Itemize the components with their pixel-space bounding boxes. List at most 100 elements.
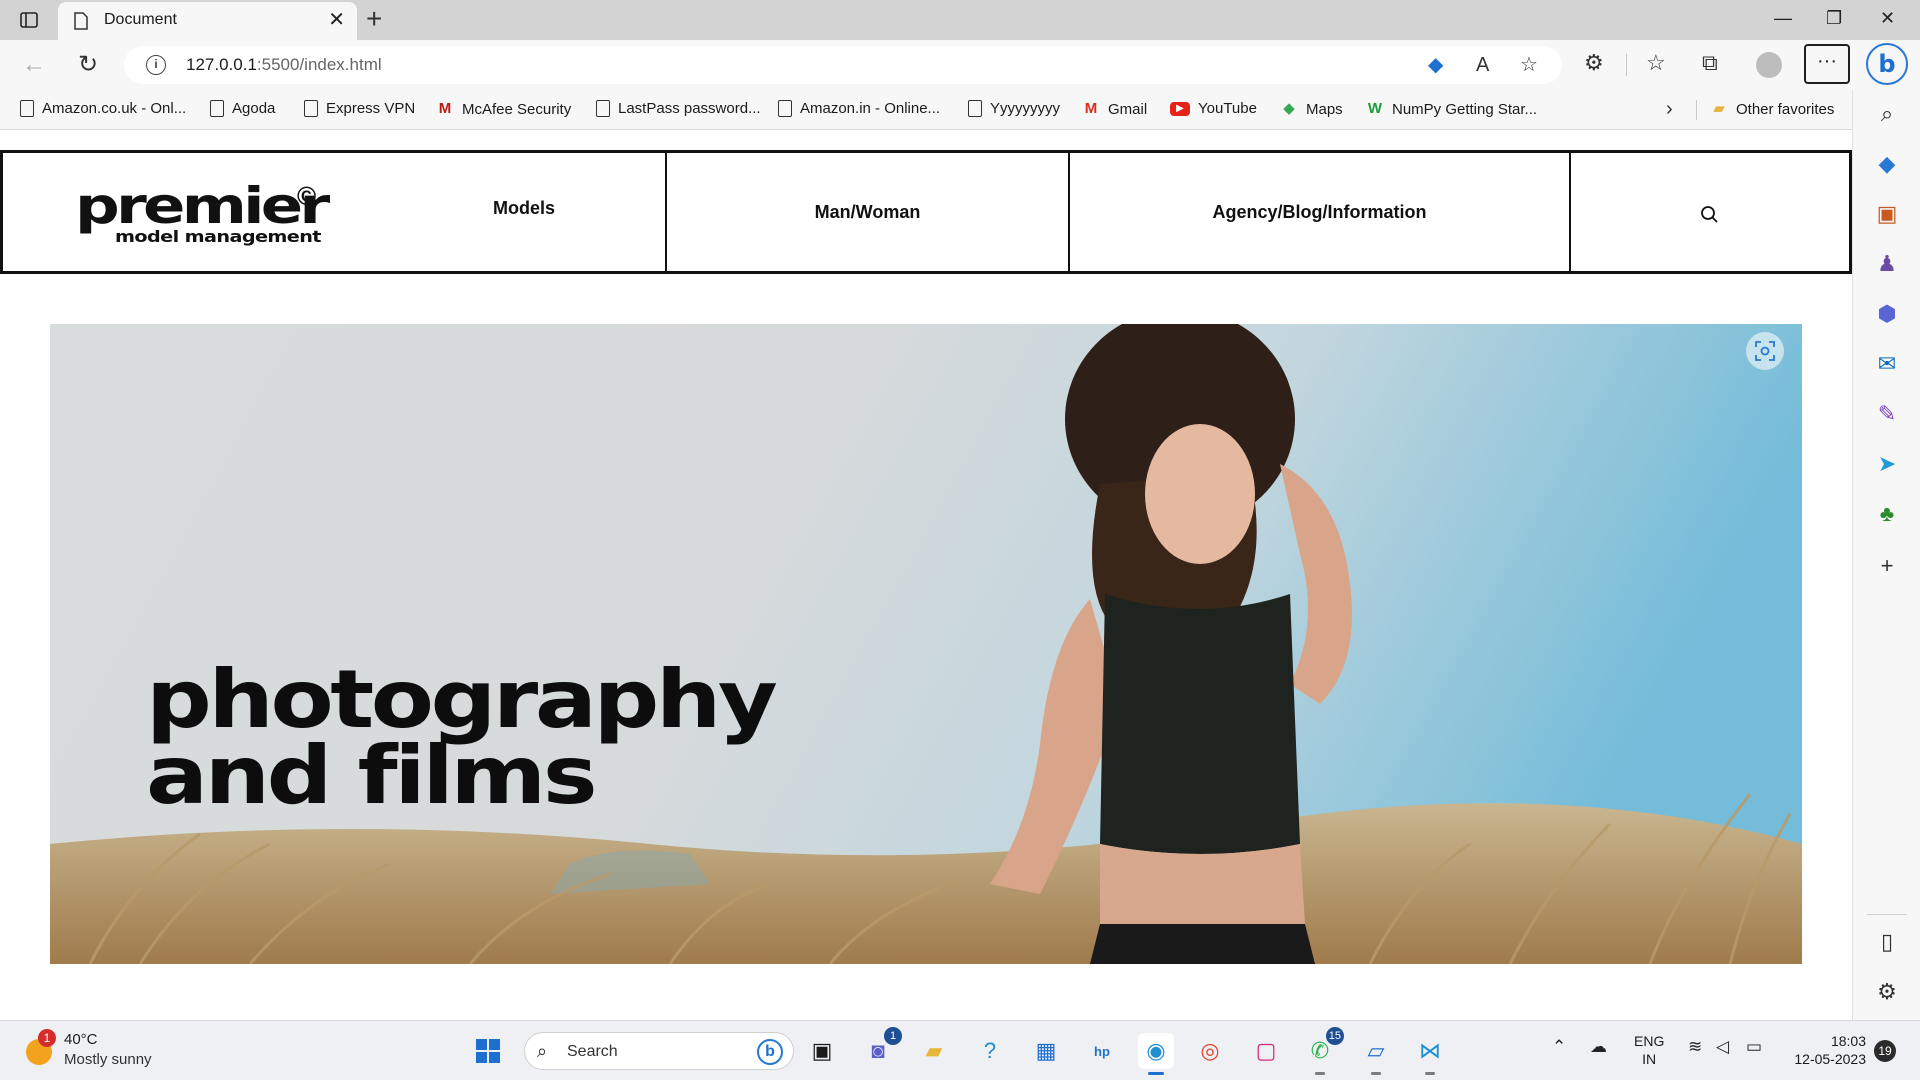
store-button[interactable]: ▦ (1028, 1033, 1064, 1069)
read-aloud-icon[interactable]: A (1476, 54, 1489, 76)
start-button[interactable] (470, 1033, 506, 1069)
hide-sidebar-icon[interactable]: ▯ (1853, 930, 1920, 954)
wifi-icon[interactable]: ≋ (1688, 1037, 1702, 1057)
site-info-icon[interactable]: i (146, 55, 166, 75)
quick-assist-button[interactable]: ▱ (1358, 1033, 1394, 1075)
close-tab-icon[interactable]: ✕ (328, 10, 345, 30)
page-icon (304, 100, 318, 117)
myhp-button[interactable]: hp (1084, 1033, 1120, 1069)
battery-icon[interactable]: ▭ (1746, 1037, 1762, 1057)
bookmark-express-vpn[interactable]: Express VPN (304, 100, 415, 117)
collections-icon[interactable]: ⧉ (1702, 51, 1718, 75)
url-text[interactable]: 127.0.0.1:5500/index.html (186, 55, 382, 75)
bing-icon: b (1878, 50, 1896, 78)
shopping-tag-icon[interactable]: ◆ (1428, 54, 1443, 76)
nav-cell-agency: Agency/Blog/Information (1070, 153, 1571, 271)
teams-button[interactable]: ◙ 1 (860, 1027, 902, 1069)
restore-icon[interactable]: ❐ (1826, 8, 1842, 28)
youtube-icon: ▶ (1170, 101, 1190, 116)
add-favorite-icon[interactable]: ☆ (1520, 54, 1538, 76)
visual-search-icon[interactable] (1746, 332, 1784, 370)
vscode-icon: ⋈ (1419, 1038, 1441, 1063)
sidebar-divider (1867, 914, 1907, 915)
designer-icon[interactable]: ✎ (1853, 402, 1920, 426)
chrome-button[interactable]: ◎ (1192, 1033, 1228, 1069)
hero-banner: photography and films (50, 324, 1802, 964)
page-icon (968, 100, 982, 117)
tree-icon[interactable]: ♣ (1853, 502, 1920, 526)
quick-assist-icon: ▱ (1367, 1038, 1385, 1063)
taskbar-search[interactable]: ⌕ Search b (524, 1032, 794, 1070)
teams-icon: ◙ (871, 1038, 885, 1063)
windows-taskbar: 1 40°C Mostly sunny ⌕ Search b ▣ ◙ 1 ▰ ? … (0, 1020, 1920, 1080)
refresh-icon[interactable]: ↻ (78, 52, 98, 78)
active-indicator (1148, 1072, 1164, 1075)
show-hidden-icons[interactable]: ⌃ (1552, 1037, 1566, 1057)
tab-actions-icon[interactable] (18, 10, 40, 30)
bookmark-lastpass[interactable]: LastPass password... (596, 100, 761, 117)
instagram-button[interactable]: ▢ (1248, 1033, 1284, 1069)
nav-man-woman-link[interactable]: Man/Woman (815, 202, 921, 223)
bookmark-agoda[interactable]: Agoda (210, 100, 275, 117)
profile-avatar[interactable] (1756, 52, 1782, 78)
tools-icon[interactable]: ▣ (1853, 202, 1920, 226)
nav-cell-search (1571, 153, 1849, 271)
page-icon (20, 100, 34, 117)
edge-icon: ◉ (1146, 1038, 1166, 1063)
onedrive-icon[interactable]: ☁ (1590, 1037, 1607, 1057)
notification-badge[interactable]: 19 (1874, 1040, 1896, 1062)
maps-icon: ◆ (1283, 100, 1295, 117)
search-icon[interactable] (1700, 205, 1720, 225)
sidebar-settings-icon[interactable]: ⚙ (1853, 980, 1920, 1004)
system-clock[interactable]: 18:03 12-05-2023 (1786, 1032, 1866, 1068)
bookmark-mcafee[interactable]: M McAfee Security (436, 100, 571, 118)
bookmark-gmail[interactable]: M Gmail (1082, 100, 1147, 118)
web-page: premier © model management Models Man/Wo… (0, 130, 1852, 1020)
send-icon[interactable]: ➤ (1853, 452, 1920, 476)
bookmark-amazon-in[interactable]: Amazon.in - Online... (778, 100, 940, 117)
bookmark-amazon-uk[interactable]: Amazon.co.uk - Onl... (20, 100, 186, 117)
minimize-icon[interactable]: — (1774, 8, 1792, 28)
tab-bar: Document ✕ + — ❐ ✕ (0, 0, 1920, 40)
site-header: premier © model management Models Man/Wo… (0, 150, 1852, 274)
bookmark-other-favorites[interactable]: ▰ Other favorites (1710, 100, 1834, 118)
extensions-icon[interactable]: ⚙ (1584, 51, 1604, 75)
nav-agency-link[interactable]: Agency/Blog/Information (1212, 202, 1426, 223)
settings-more-button[interactable]: ··· (1804, 44, 1850, 84)
folder-icon: ▰ (1713, 100, 1725, 117)
microsoft365-icon[interactable]: ⬢ (1853, 302, 1920, 326)
address-bar[interactable]: i 127.0.0.1:5500/index.html ◆ A ☆ (124, 46, 1562, 84)
site-logo[interactable]: premier © model management (75, 181, 330, 246)
back-icon[interactable]: ← (22, 52, 46, 78)
task-view-button[interactable]: ▣ (804, 1033, 840, 1069)
input-language[interactable]: ENG IN (1634, 1032, 1664, 1068)
nav-cell-man-woman: Man/Woman (667, 153, 1070, 271)
bookmark-yyyy[interactable]: Yyyyyyyyy (968, 100, 1060, 117)
numpy-icon: W (1367, 100, 1383, 117)
favorites-icon[interactable]: ☆ (1646, 51, 1666, 75)
help-app-button[interactable]: ? (972, 1033, 1008, 1069)
outlook-icon[interactable]: ✉ (1853, 352, 1920, 376)
volume-icon[interactable]: ◁ (1716, 1037, 1729, 1057)
page-icon (778, 100, 792, 117)
bing-chat-button[interactable]: b (1866, 43, 1908, 85)
bing-icon: b (757, 1039, 783, 1065)
file-explorer-button[interactable]: ▰ (916, 1033, 952, 1069)
vscode-button[interactable]: ⋈ (1412, 1033, 1448, 1075)
close-window-icon[interactable]: ✕ (1880, 8, 1895, 28)
edge-button[interactable]: ◉ (1138, 1033, 1174, 1075)
add-sidebar-app-icon[interactable]: + (1853, 554, 1920, 578)
nav-models-link[interactable]: Models (493, 198, 555, 219)
new-tab-icon[interactable]: + (366, 4, 382, 34)
shopping-icon[interactable]: ◆ (1853, 152, 1920, 176)
bookmark-youtube[interactable]: ▶ YouTube (1170, 100, 1257, 117)
games-icon[interactable]: ♟ (1853, 252, 1920, 276)
browser-tab[interactable]: Document ✕ (58, 2, 357, 40)
instagram-icon: ▢ (1255, 1038, 1277, 1063)
address-toolbar: ← ↻ i 127.0.0.1:5500/index.html ◆ A ☆ ⚙ … (0, 40, 1920, 90)
bookmark-numpy[interactable]: W NumPy Getting Star... (1366, 100, 1537, 118)
bookmark-maps[interactable]: ◆ Maps (1280, 100, 1342, 118)
chevron-right-icon[interactable]: › (1666, 98, 1673, 121)
sidebar-search-icon[interactable]: ⌕ (1853, 102, 1920, 126)
whatsapp-button[interactable]: ✆ 15 (1302, 1027, 1344, 1075)
